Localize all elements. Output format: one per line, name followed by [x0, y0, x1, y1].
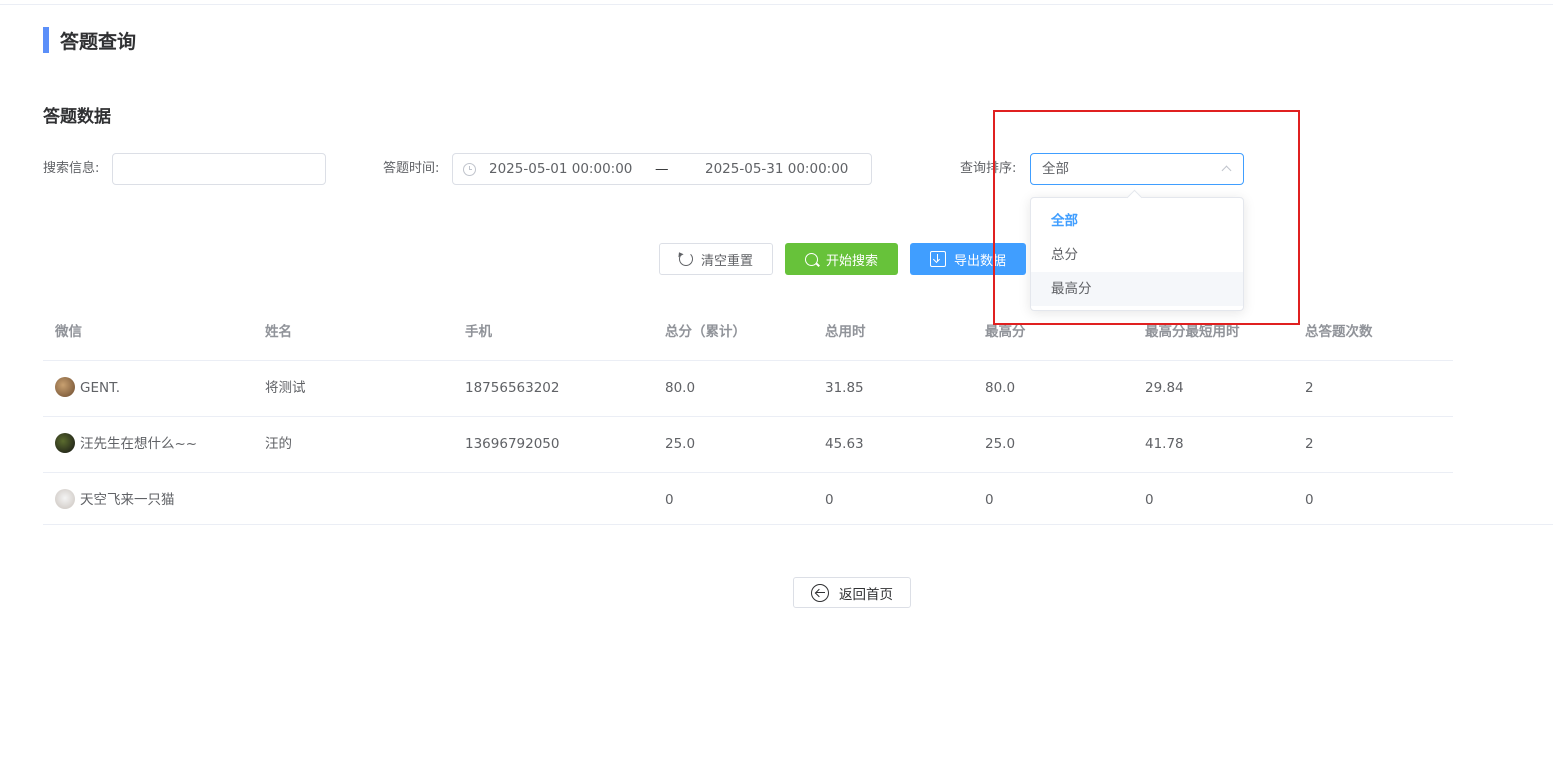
sort-label: 查询排序: [960, 161, 1017, 176]
cell-total-time: 0 [825, 492, 834, 508]
table-row: 汪先生在想什么~~ 汪的 13696792050 25.0 45.63 25.0… [43, 417, 1453, 473]
dropdown-arrow [1126, 189, 1143, 206]
cell-best-time: 29.84 [1145, 380, 1184, 396]
cell-total-score: 0 [665, 492, 674, 508]
refresh-icon [678, 252, 693, 266]
date-range-picker[interactable]: 2025-05-01 00:00:00 — 2025-05-31 00:00:0… [452, 153, 872, 185]
sort-option-highest[interactable]: 最高分 [1031, 272, 1243, 306]
section-title: 答题数据 [43, 107, 111, 127]
header-phone: 手机 [465, 324, 492, 340]
cell-highest-score: 0 [985, 492, 994, 508]
cell-highest-score: 80.0 [985, 380, 1016, 396]
export-button-label: 导出数据 [953, 253, 1006, 269]
cell-total-score: 80.0 [665, 380, 696, 396]
header-wechat: 微信 [55, 324, 82, 340]
search-button[interactable]: 开始搜索 [785, 243, 898, 275]
sort-selected-value: 全部 [1042, 161, 1069, 177]
search-input-wrapper [112, 153, 326, 185]
cell-name: 将测试 [265, 380, 306, 396]
wechat-name: GENT. [80, 380, 121, 396]
arrow-left-circle-icon [811, 583, 829, 602]
sort-option-total[interactable]: 总分 [1031, 238, 1243, 272]
cell-attempts: 2 [1305, 380, 1314, 396]
avatar [55, 489, 75, 509]
back-home-button[interactable]: 返回首页 [793, 577, 911, 608]
cell-name: 汪的 [265, 436, 292, 452]
clock-icon [463, 163, 476, 176]
cell-best-time: 0 [1145, 492, 1154, 508]
cell-wechat: GENT. [55, 361, 120, 415]
chevron-up-icon [1221, 165, 1232, 176]
table-row: 天空飞来一只猫 0 0 0 0 0 [43, 473, 1453, 528]
date-separator: — [655, 161, 669, 177]
cell-total-time: 31.85 [825, 380, 864, 396]
cell-highest-score: 25.0 [985, 436, 1016, 452]
header-total-score: 总分（累计） [665, 324, 746, 340]
avatar [55, 433, 75, 453]
download-icon [929, 251, 946, 267]
cell-wechat: 天空飞来一只猫 [55, 473, 175, 527]
avatar [55, 377, 75, 397]
cell-attempts: 0 [1305, 492, 1314, 508]
header-attempts: 总答题次数 [1305, 324, 1373, 340]
cell-total-score: 25.0 [665, 436, 696, 452]
table-header: 微信 姓名 手机 总分（累计） 总用时 最高分 最高分最短用时 总答题次数 [43, 305, 1453, 361]
reset-button-label: 清空重置 [700, 253, 753, 269]
data-table: 微信 姓名 手机 总分（累计） 总用时 最高分 最高分最短用时 总答题次数 GE… [43, 305, 1453, 528]
date-start[interactable]: 2025-05-01 00:00:00 [489, 154, 632, 184]
table-bottom-divider [43, 524, 1553, 525]
search-input[interactable] [113, 154, 325, 184]
header-name: 姓名 [265, 324, 292, 340]
page-title-text: 答题查询 [60, 30, 137, 53]
export-button[interactable]: 导出数据 [910, 243, 1026, 275]
cell-phone: 18756563202 [465, 380, 560, 396]
search-icon [804, 252, 818, 266]
reset-button[interactable]: 清空重置 [659, 243, 773, 275]
back-home-label: 返回首页 [839, 586, 893, 603]
wechat-name: 天空飞来一只猫 [80, 492, 175, 508]
sort-dropdown: 全部 总分 最高分 [1030, 189, 1244, 311]
time-label: 答题时间: [383, 161, 440, 176]
table-row: GENT. 将测试 18756563202 80.0 31.85 80.0 29… [43, 361, 1453, 417]
page-title: 答题查询 [43, 27, 136, 53]
header-highest-score: 最高分 [985, 324, 1026, 340]
search-button-label: 开始搜索 [825, 253, 878, 269]
cell-best-time: 41.78 [1145, 436, 1184, 452]
search-label: 搜索信息: [43, 161, 100, 176]
header-best-time: 最高分最短用时 [1145, 324, 1240, 340]
top-divider [0, 4, 1553, 5]
cell-wechat: 汪先生在想什么~~ [55, 417, 197, 471]
cell-total-time: 45.63 [825, 436, 864, 452]
sort-option-all[interactable]: 全部 [1031, 204, 1243, 238]
cell-attempts: 2 [1305, 436, 1314, 452]
header-total-time: 总用时 [825, 324, 866, 340]
sort-select[interactable]: 全部 [1030, 153, 1244, 185]
title-accent-bar [43, 27, 49, 53]
wechat-name: 汪先生在想什么~~ [80, 436, 198, 452]
date-end[interactable]: 2025-05-31 00:00:00 [705, 154, 848, 184]
cell-phone: 13696792050 [465, 436, 560, 452]
